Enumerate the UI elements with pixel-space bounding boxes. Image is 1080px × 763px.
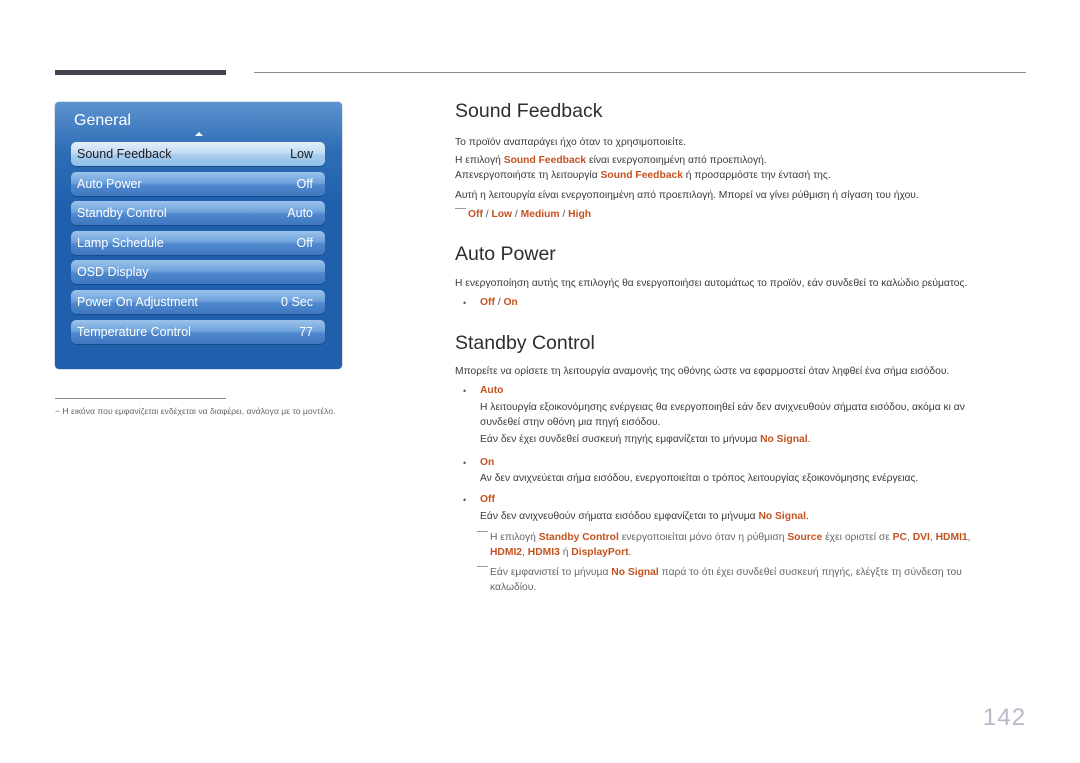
text: ή bbox=[559, 547, 572, 558]
section-title-auto-power: Auto Power bbox=[455, 243, 556, 265]
note-dash-icon bbox=[477, 566, 488, 567]
osd-item-value: Off bbox=[296, 176, 313, 191]
section-title-sound-feedback: Sound Feedback bbox=[455, 100, 603, 122]
osd-item-osd-display[interactable]: OSD Display bbox=[71, 260, 325, 285]
osd-item-label: Sound Feedback bbox=[77, 147, 172, 161]
standby-note-1-line-2: HDMI2, HDMI3 ή DisplayPort. bbox=[490, 546, 631, 560]
source-hdmi2: HDMI2 bbox=[490, 547, 523, 558]
text: . bbox=[628, 547, 632, 558]
standby-note-2-line-1: Εάν εμφανιστεί το μήνυμα No Signal παρά … bbox=[477, 566, 962, 580]
sound-feedback-desc-1: Το προϊόν αναπαράγει ήχο όταν το χρησιμο… bbox=[455, 137, 687, 148]
osd-item-value: Low bbox=[290, 147, 313, 161]
osd-item-label: OSD Display bbox=[77, 265, 149, 280]
text: Εάν δεν έχει συνδεθεί συσκευή πηγής εμφα… bbox=[480, 434, 761, 445]
highlight-source: Source bbox=[787, 532, 823, 543]
standby-option-on: On bbox=[480, 457, 495, 468]
highlight-no-signal: No Signal bbox=[760, 434, 808, 445]
text: . bbox=[807, 434, 811, 445]
option-off: Off bbox=[480, 297, 495, 308]
source-displayport: DisplayPort bbox=[571, 547, 629, 558]
option-medium: Medium bbox=[520, 209, 560, 220]
osd-item-value: Off bbox=[296, 235, 313, 250]
footnote-divider bbox=[55, 398, 226, 399]
sound-feedback-desc-4: Αυτή η λειτουργία είναι ενεργοποιημένη α… bbox=[455, 190, 919, 201]
osd-item-label: Temperature Control bbox=[77, 324, 191, 339]
sound-feedback-desc-2: Η επιλογή Sound Feedback είναι ενεργοποι… bbox=[455, 154, 767, 168]
osd-item-value: Auto bbox=[287, 206, 313, 221]
standby-note-1-line-1: Η επιλογή Standby Control ενεργοποιείται… bbox=[477, 531, 971, 545]
note-dash-icon bbox=[477, 531, 488, 532]
osd-item-label: Auto Power bbox=[77, 176, 142, 191]
bullet-icon: • bbox=[463, 495, 467, 505]
highlight-no-signal: No Signal bbox=[611, 567, 659, 578]
osd-item-value: 0 Sec bbox=[281, 294, 313, 309]
osd-item-label: Power On Adjustment bbox=[77, 294, 198, 309]
text: έχει οριστεί σε bbox=[822, 532, 893, 543]
sound-feedback-desc-3: Απενεργοποιήστε τη λειτουργία Sound Feed… bbox=[455, 169, 831, 183]
header-rule-thin bbox=[254, 72, 1026, 73]
highlight-sound-feedback: Sound Feedback bbox=[600, 170, 683, 181]
text: Η επιλογή bbox=[490, 532, 539, 543]
text: ή προσαρμόστε την έντασή της. bbox=[682, 170, 831, 181]
source-pc: PC bbox=[892, 532, 907, 543]
osd-item-standby-control[interactable]: Standby Control Auto bbox=[71, 201, 325, 226]
osd-item-label: Lamp Schedule bbox=[77, 235, 164, 250]
osd-menu-list: Sound Feedback Low Auto Power Off Standb… bbox=[71, 142, 325, 349]
text: ενεργοποιείται μόνο όταν η ρύθμιση bbox=[618, 532, 788, 543]
header-rule-thick bbox=[55, 70, 226, 75]
highlight-standby-control: Standby Control bbox=[538, 532, 619, 543]
text: είναι ενεργοποιημένη από προεπιλογή. bbox=[586, 155, 767, 166]
source-hdmi3: HDMI3 bbox=[527, 547, 560, 558]
standby-off-desc: Εάν δεν ανιχνευθούν σήματα εισόδου εμφαν… bbox=[480, 510, 809, 524]
section-title-standby-control: Standby Control bbox=[455, 332, 595, 354]
standby-note-2-line-2: καλωδίου. bbox=[490, 582, 537, 593]
source-hdmi1: HDMI1 bbox=[935, 532, 968, 543]
text: Εάν εμφανιστεί το μήνυμα bbox=[490, 567, 612, 578]
osd-menu-title: General bbox=[74, 112, 131, 129]
osd-item-sound-feedback[interactable]: Sound Feedback Low bbox=[71, 142, 325, 166]
option-off: Off bbox=[468, 209, 483, 220]
bullet-icon: • bbox=[463, 386, 467, 396]
text: . bbox=[805, 511, 809, 522]
image-footnote: − Η εικόνα που εμφανίζεται ενδέχεται να … bbox=[55, 406, 336, 416]
highlight-no-signal: No Signal bbox=[758, 511, 806, 522]
option-on: On bbox=[503, 297, 518, 308]
standby-auto-desc-2: συνδεθεί στην οθόνη μια πηγή εισόδου. bbox=[480, 417, 661, 428]
text: Εάν δεν ανιχνευθούν σήματα εισόδου εμφαν… bbox=[480, 511, 759, 522]
osd-item-auto-power[interactable]: Auto Power Off bbox=[71, 171, 325, 196]
osd-menu-panel: General Sound Feedback Low Auto Power Of… bbox=[55, 102, 342, 369]
text: Απενεργοποιήστε τη λειτουργία bbox=[455, 170, 601, 181]
option-low: Low bbox=[491, 209, 513, 220]
text: Η επιλογή bbox=[455, 155, 504, 166]
auto-power-desc: Η ενεργοποίηση αυτής της επιλογής θα ενε… bbox=[455, 278, 968, 289]
sound-feedback-options: Off / Low / Medium / High bbox=[455, 208, 591, 222]
standby-option-off: Off bbox=[480, 494, 495, 505]
separator: / bbox=[512, 209, 521, 220]
osd-item-lamp-schedule[interactable]: Lamp Schedule Off bbox=[71, 230, 325, 255]
standby-auto-desc-3: Εάν δεν έχει συνδεθεί συσκευή πηγής εμφα… bbox=[480, 433, 810, 447]
standby-auto-desc-1: Η λειτουργία εξοικονόμησης ενέργειας θα … bbox=[480, 402, 965, 413]
osd-item-power-on-adjustment[interactable]: Power On Adjustment 0 Sec bbox=[71, 289, 325, 314]
osd-item-temperature-control[interactable]: Temperature Control 77 bbox=[71, 319, 325, 344]
osd-item-value: 77 bbox=[299, 324, 313, 339]
page-number: 142 bbox=[983, 704, 1027, 731]
highlight-sound-feedback: Sound Feedback bbox=[503, 155, 587, 166]
osd-item-label: Standby Control bbox=[77, 206, 167, 221]
note-dash-icon bbox=[455, 208, 466, 209]
auto-power-options: Off / On bbox=[480, 296, 518, 310]
text: παρά το ότι έχει συνδεθεί συσκευή πηγής,… bbox=[658, 567, 962, 578]
bullet-icon: • bbox=[463, 458, 467, 468]
standby-control-desc: Μπορείτε να ορίσετε τη λειτουργία αναμον… bbox=[455, 366, 950, 377]
standby-option-auto: Auto bbox=[480, 385, 504, 396]
bullet-icon: • bbox=[463, 298, 467, 308]
option-high: High bbox=[568, 209, 592, 220]
source-dvi: DVI bbox=[912, 532, 930, 543]
separator: / bbox=[559, 209, 569, 220]
text: , bbox=[967, 532, 971, 543]
scroll-up-arrow-icon bbox=[195, 132, 203, 136]
standby-on-desc: Αν δεν ανιχνεύεται σήμα εισόδου, ενεργοπ… bbox=[480, 473, 919, 484]
